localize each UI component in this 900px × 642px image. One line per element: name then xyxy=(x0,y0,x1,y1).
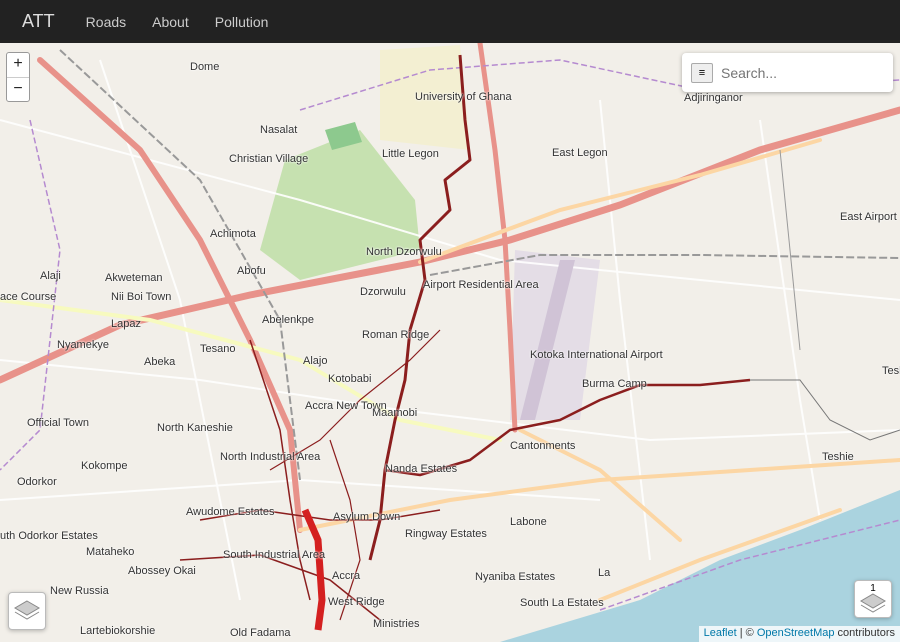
map-attribution: Leaflet | © OpenStreetMap contributors xyxy=(698,626,900,642)
place-label: Teshie xyxy=(822,451,854,463)
place-label: Official Town xyxy=(27,417,89,429)
place-label: Alaji xyxy=(40,270,61,282)
place-label: Nasalat xyxy=(260,124,298,136)
place-label: Achimota xyxy=(210,228,256,240)
search-input[interactable] xyxy=(721,64,881,81)
nav-pollution[interactable]: Pollution xyxy=(202,14,282,30)
place-label: Ministries xyxy=(373,618,420,630)
place-label: Maamobi xyxy=(372,407,418,419)
place-label: Abossey Okai xyxy=(128,565,196,577)
place-label: Kokompe xyxy=(81,460,128,472)
place-label: Dome xyxy=(190,61,220,73)
place-label: Adjiringanor xyxy=(684,92,743,104)
place-label: University of Ghana xyxy=(415,91,512,103)
place-label: Accra xyxy=(332,570,361,582)
place-label: Akweteman xyxy=(105,272,163,284)
place-label: Lartebiokorshie xyxy=(80,625,156,637)
place-label: East Legon xyxy=(552,147,608,159)
map-canvas[interactable]: Dome University of Ghana Adjiringanor Nasal… xyxy=(0,43,900,642)
layers-icon xyxy=(14,600,40,620)
place-label: East Airport xyxy=(840,211,897,223)
map-tiles xyxy=(0,43,900,642)
place-label: Nanda Estates xyxy=(385,463,458,475)
place-label: North Industrial Area xyxy=(220,451,321,463)
place-label: La xyxy=(598,567,611,579)
place-label: ace Course xyxy=(0,291,57,303)
place-label: Alajo xyxy=(303,355,328,367)
place-label: South Industrial Area xyxy=(223,549,326,561)
place-label: Dzorwulu xyxy=(360,286,406,298)
search-menu-button[interactable]: ≡ xyxy=(691,62,713,83)
place-label: New Russia xyxy=(50,585,109,597)
layers-button-right[interactable]: 1 xyxy=(854,580,892,618)
layers-count-badge: 1 xyxy=(870,583,876,594)
place-label: Asylum Down xyxy=(333,511,401,523)
place-label: Odorkor xyxy=(17,476,57,488)
place-label: Mataheko xyxy=(86,546,135,558)
brand-logo[interactable]: ATT xyxy=(22,11,55,32)
place-label: Awudome Estates xyxy=(186,506,275,518)
place-label: Lapaz xyxy=(111,318,141,330)
place-label: Abeka xyxy=(144,356,176,368)
navbar: ATT Roads About Pollution xyxy=(0,0,900,43)
place-label: North Dzorwulu xyxy=(366,246,442,258)
place-label: Labone xyxy=(510,516,547,528)
layers-button-left[interactable] xyxy=(8,592,46,630)
place-label: West Ridge xyxy=(328,596,385,608)
place-label: Little Legon xyxy=(382,148,439,160)
osm-link[interactable]: OpenStreetMap xyxy=(757,627,835,639)
place-label: Airport Residential Area xyxy=(423,279,539,291)
place-label: North Kaneshie xyxy=(157,422,233,434)
attrib-suffix: contributors xyxy=(834,627,895,639)
place-label: Kotoka International Airport xyxy=(530,349,663,361)
place-label: Nyamekye xyxy=(57,339,109,351)
place-label: Cantonments xyxy=(510,440,576,452)
place-label: Burma Camp xyxy=(582,378,647,390)
zoom-control: + − xyxy=(6,52,30,102)
nav-roads[interactable]: Roads xyxy=(73,14,139,30)
nav-about[interactable]: About xyxy=(139,14,202,30)
place-label: Roman Ridge xyxy=(362,329,430,341)
place-label: Tesh xyxy=(882,365,900,377)
attrib-sep: | © xyxy=(736,627,757,639)
place-label: Abofu xyxy=(237,265,266,277)
place-label: Nii Boi Town xyxy=(111,291,172,303)
place-label: South La Estates xyxy=(520,597,604,609)
zoom-in-button[interactable]: + xyxy=(7,53,29,77)
leaflet-link[interactable]: Leaflet xyxy=(704,627,737,639)
place-label: Christian Village xyxy=(229,153,309,165)
search-box: ≡ xyxy=(682,53,893,92)
place-label: Tesano xyxy=(200,343,236,355)
place-label: Abelenkpe xyxy=(262,314,314,326)
zoom-out-button[interactable]: − xyxy=(7,77,29,101)
place-label: uth Odorkor Estates xyxy=(0,530,98,542)
place-label: Old Fadama xyxy=(230,627,291,639)
place-label: Kotobabi xyxy=(328,373,372,385)
place-label: Ringway Estates xyxy=(405,528,487,540)
place-label: Nyaniba Estates xyxy=(475,571,556,583)
